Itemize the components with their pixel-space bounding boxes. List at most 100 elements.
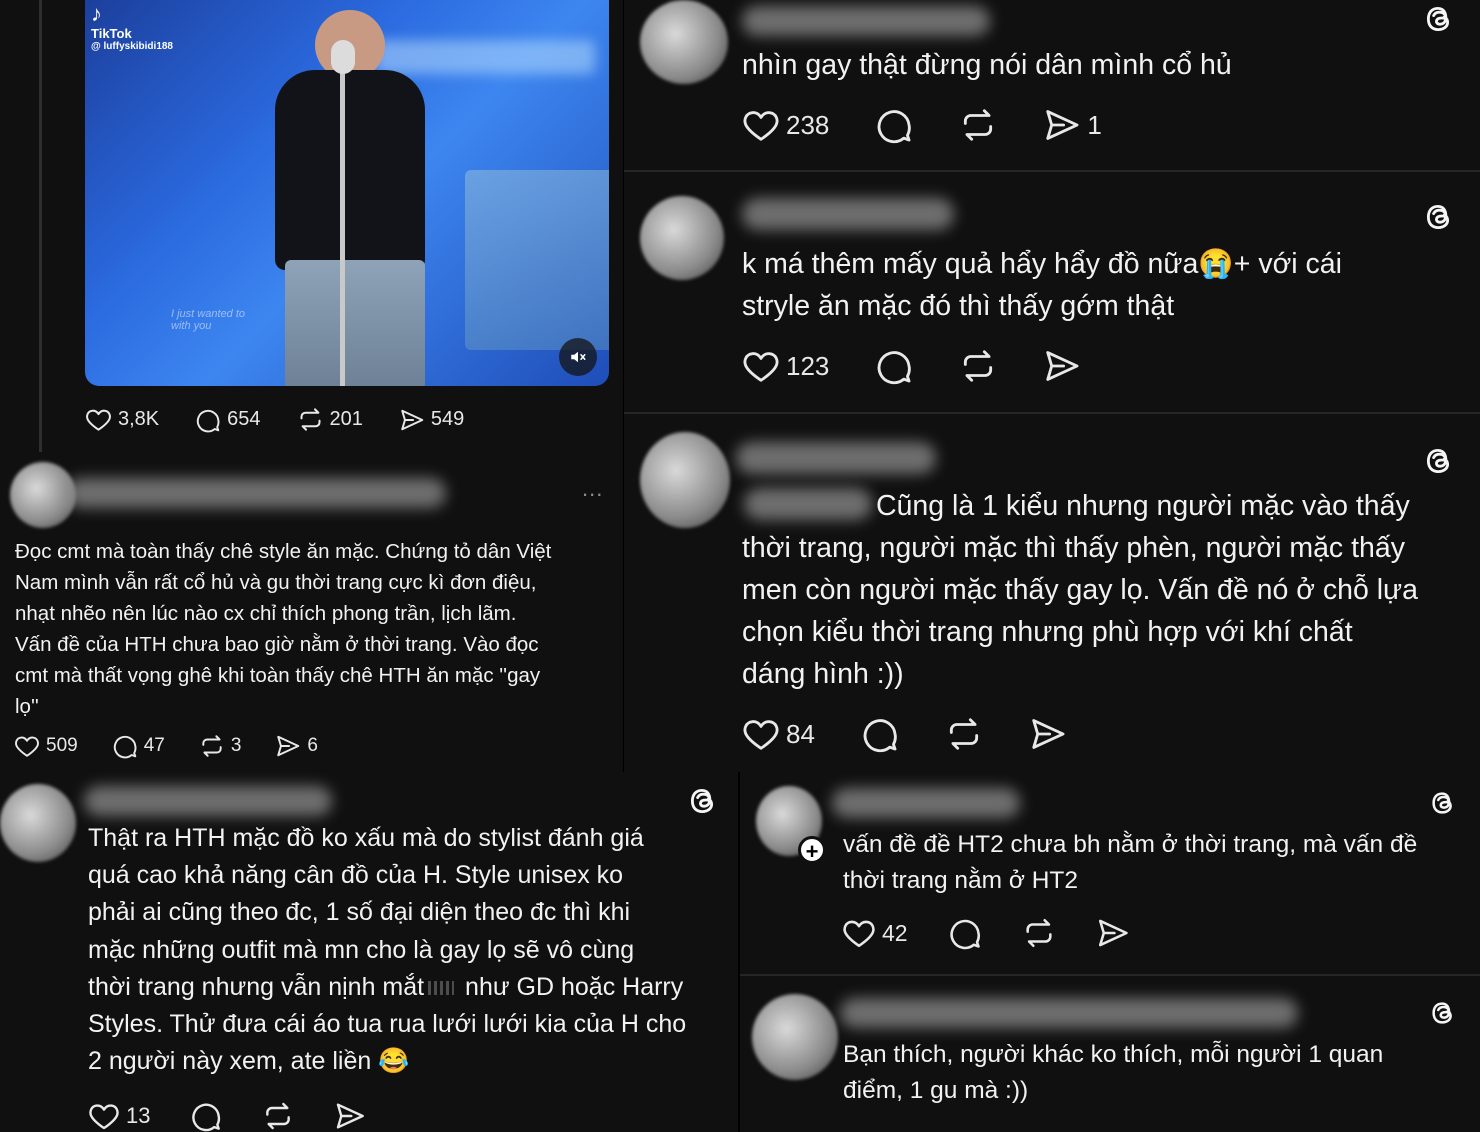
- comment-count: 654: [227, 408, 261, 430]
- share-button[interactable]: 1: [1043, 106, 1102, 144]
- comment-button[interactable]: [861, 715, 899, 753]
- comment-actions: 123: [742, 347, 1125, 385]
- avatar[interactable]: [752, 994, 838, 1080]
- send-icon: [1029, 715, 1067, 753]
- like-button[interactable]: 13: [88, 1100, 150, 1132]
- microphone: [331, 40, 355, 74]
- send-icon: [1096, 916, 1130, 950]
- username-blurred[interactable]: [66, 478, 446, 508]
- share-button[interactable]: [334, 1100, 366, 1132]
- threads-logo-icon[interactable]: [1422, 2, 1456, 36]
- comment-actions: 509 47 3 6: [14, 733, 362, 759]
- username-blurred[interactable]: [742, 198, 954, 230]
- like-count: 3,8K: [118, 408, 160, 430]
- share-button[interactable]: 6: [275, 733, 318, 759]
- comment-actions: 42: [842, 916, 1174, 950]
- avatar[interactable]: [0, 784, 76, 862]
- heart-icon: [842, 916, 876, 950]
- mic-stand: [340, 50, 345, 386]
- heart-icon: [85, 406, 112, 433]
- avatar[interactable]: [640, 0, 728, 84]
- comment-actions: 13: [88, 1100, 410, 1132]
- like-count: 42: [882, 919, 908, 946]
- threads-logo-icon[interactable]: [1422, 444, 1456, 478]
- avatar[interactable]: [640, 432, 730, 528]
- threads-logo-icon[interactable]: [1428, 998, 1458, 1028]
- comment-text: nhìn gay thật đừng nói dân mình cổ hủ: [742, 49, 1232, 81]
- tiktok-watermark: ♪ TikTok @ luffyskibidi188: [91, 2, 173, 53]
- like-button[interactable]: 123: [742, 347, 829, 385]
- repost-button[interactable]: [1022, 916, 1056, 950]
- comment-icon: [875, 106, 913, 144]
- thread-line: [39, 0, 42, 452]
- comment-button[interactable]: [190, 1100, 222, 1132]
- follow-plus-button[interactable]: +: [798, 836, 826, 864]
- repost-button[interactable]: 3: [199, 733, 241, 759]
- comment-button[interactable]: [875, 347, 913, 385]
- send-icon: [275, 733, 301, 759]
- share-button[interactable]: [1029, 715, 1067, 753]
- share-button[interactable]: 549: [399, 407, 464, 433]
- comment-actions: 238 1: [742, 106, 1146, 144]
- comment-icon: [861, 715, 899, 753]
- send-icon: [1043, 347, 1081, 385]
- repost-button[interactable]: 201: [297, 406, 363, 433]
- username-blurred[interactable]: [84, 786, 332, 816]
- send-icon: [1043, 106, 1081, 144]
- share-count: 6: [307, 735, 318, 756]
- comment-text: Thật ra HTH mặc đồ ko xấu mà do stylist …: [88, 820, 733, 1080]
- like-button[interactable]: 3,8K: [85, 406, 159, 433]
- like-button[interactable]: 42: [842, 916, 908, 950]
- send-icon: [334, 1100, 366, 1132]
- comment-icon: [190, 1100, 222, 1132]
- comment-text: k má thêm mấy quả hẩy hẩy đồ nữa😭+ với c…: [742, 248, 1342, 322]
- like-button[interactable]: 509: [14, 733, 78, 759]
- comment-text: vấn đề đề HT2 chưa bh nằm ở thời trang, …: [843, 831, 1418, 894]
- username-blurred[interactable]: [832, 788, 1020, 818]
- comment-actions: 84: [742, 715, 1111, 753]
- avatar[interactable]: [640, 196, 724, 280]
- comment-button[interactable]: [948, 916, 982, 950]
- repost-icon: [959, 106, 997, 144]
- video-player[interactable]: ♪ TikTok @ luffyskibidi188 I just wanted…: [85, 0, 609, 386]
- comment-icon: [112, 733, 138, 759]
- username-blurred[interactable]: [742, 6, 990, 36]
- tagged-user-blurred[interactable]: [744, 488, 872, 520]
- repost-icon: [262, 1100, 294, 1132]
- performer-jeans: [285, 260, 425, 386]
- comment-button[interactable]: [875, 106, 913, 144]
- repost-icon: [199, 733, 225, 759]
- threads-logo-icon[interactable]: [686, 784, 720, 818]
- like-count: 84: [786, 718, 815, 749]
- share-button[interactable]: [1043, 347, 1081, 385]
- like-button[interactable]: 84: [742, 715, 815, 753]
- mute-button[interactable]: [559, 338, 597, 376]
- comment-text-first-line: Cũng là 1 kiểu nhưng người mặc vào thấy: [876, 490, 1410, 522]
- repost-button[interactable]: [959, 106, 997, 144]
- divider: [624, 412, 1480, 414]
- threads-logo-icon[interactable]: [1422, 200, 1456, 234]
- comment-icon: [948, 916, 982, 950]
- repost-button[interactable]: [262, 1100, 294, 1132]
- comment-icon: [195, 407, 221, 433]
- heart-icon: [742, 347, 780, 385]
- redacted-mark: [428, 981, 455, 996]
- threads-logo-icon[interactable]: [1428, 788, 1458, 818]
- repost-button[interactable]: [945, 715, 983, 753]
- repost-button[interactable]: [959, 347, 997, 385]
- repost-icon: [1022, 916, 1056, 950]
- like-button[interactable]: 238: [742, 106, 829, 144]
- share-button[interactable]: [1096, 916, 1130, 950]
- screen-panel: [465, 170, 609, 350]
- share-count: 1: [1087, 109, 1102, 140]
- share-count: 549: [430, 408, 465, 430]
- comment-button[interactable]: 47: [112, 733, 165, 759]
- comment-button[interactable]: 654: [195, 407, 261, 433]
- username-blurred[interactable]: [736, 442, 936, 474]
- repost-icon: [959, 347, 997, 385]
- like-count: 13: [126, 1103, 151, 1128]
- username-blurred[interactable]: [840, 998, 1298, 1028]
- divider: [624, 170, 1480, 172]
- more-dots-icon[interactable]: ...: [582, 476, 603, 502]
- repost-count: 201: [329, 408, 363, 430]
